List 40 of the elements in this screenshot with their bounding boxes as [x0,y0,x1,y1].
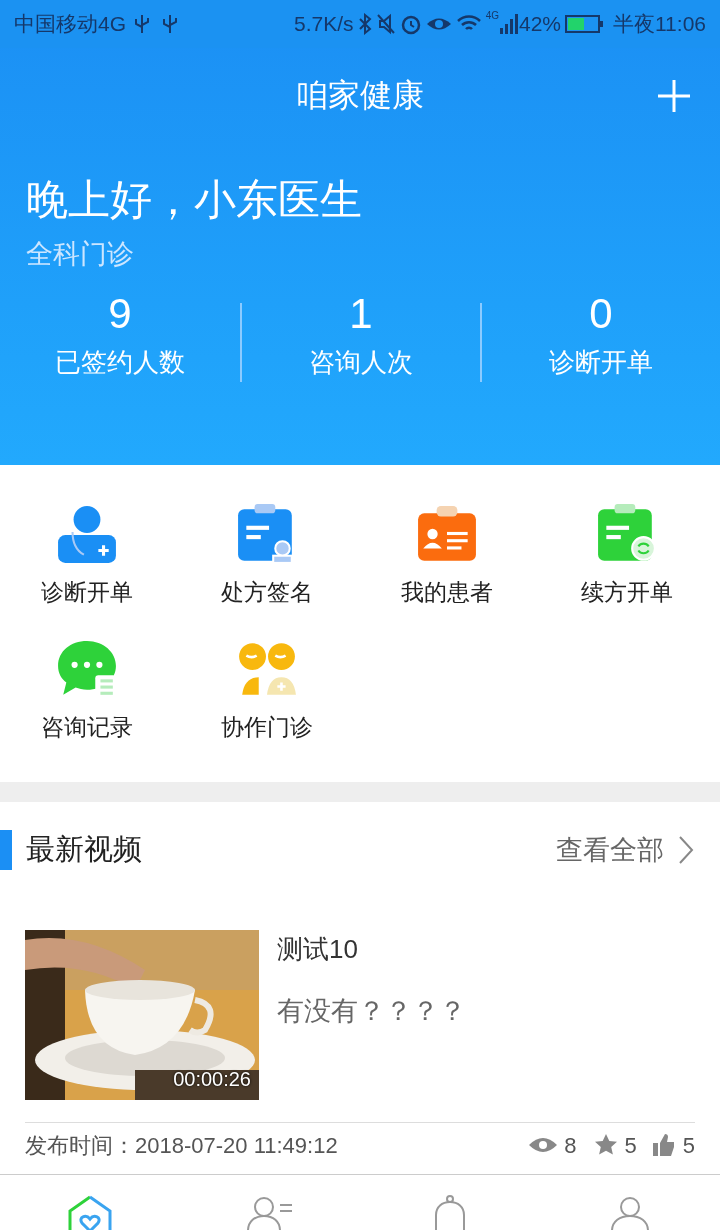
stat-label: 诊断开单 [549,345,653,379]
alarm-icon [399,13,422,35]
network-speed: 5.7K/s [294,11,354,38]
chevron-right-icon [678,835,694,865]
stat-label: 已签约人数 [55,345,185,379]
usb-icon [134,13,150,35]
stat-value: 1 [349,290,373,337]
stat-value: 0 [589,290,613,337]
video-description: 有没有？？？？ [277,995,466,1028]
eye-icon [528,1135,559,1155]
video-duration: 00:00:26 [173,1067,251,1092]
battery-icon [565,13,605,35]
person-icon [608,1195,652,1230]
network-type: 4G [485,9,499,23]
mute-icon [375,13,396,35]
bluetooth-icon [357,13,372,35]
signal-icon [498,13,519,35]
plus-icon [656,78,692,114]
greeting-text: 晚上好，小东医生 [25,175,363,225]
thumbs-up-icon [650,1133,677,1157]
favorite-count: 5 [624,1131,637,1160]
stat-label: 咨询人次 [309,345,413,379]
doctor-icon [56,503,118,565]
carrier-text: 中国移动4G [14,11,126,38]
app-title: 咱家健康 [296,76,424,115]
section-title: 最新视频 [26,832,142,868]
video-title: 测试10 [277,933,359,966]
stat-value: 9 [108,290,132,337]
like-count: 5 [682,1131,695,1160]
house-heart-icon [66,1195,114,1230]
usb-icon [162,13,178,35]
view-count: 8 [564,1131,577,1160]
video-thumbnail[interactable]: 00:00:26 [25,930,259,1100]
view-all-link[interactable]: 查看全部 [556,829,694,871]
battery-percent: 42% [518,11,561,38]
clock-time: 半夜11:06 [613,11,706,38]
section-marker [0,830,12,870]
add-button[interactable] [656,78,692,114]
publish-time: 发布时间：2018-07-20 11:49:12 [25,1131,338,1160]
department-text: 全科门诊 [25,238,135,271]
